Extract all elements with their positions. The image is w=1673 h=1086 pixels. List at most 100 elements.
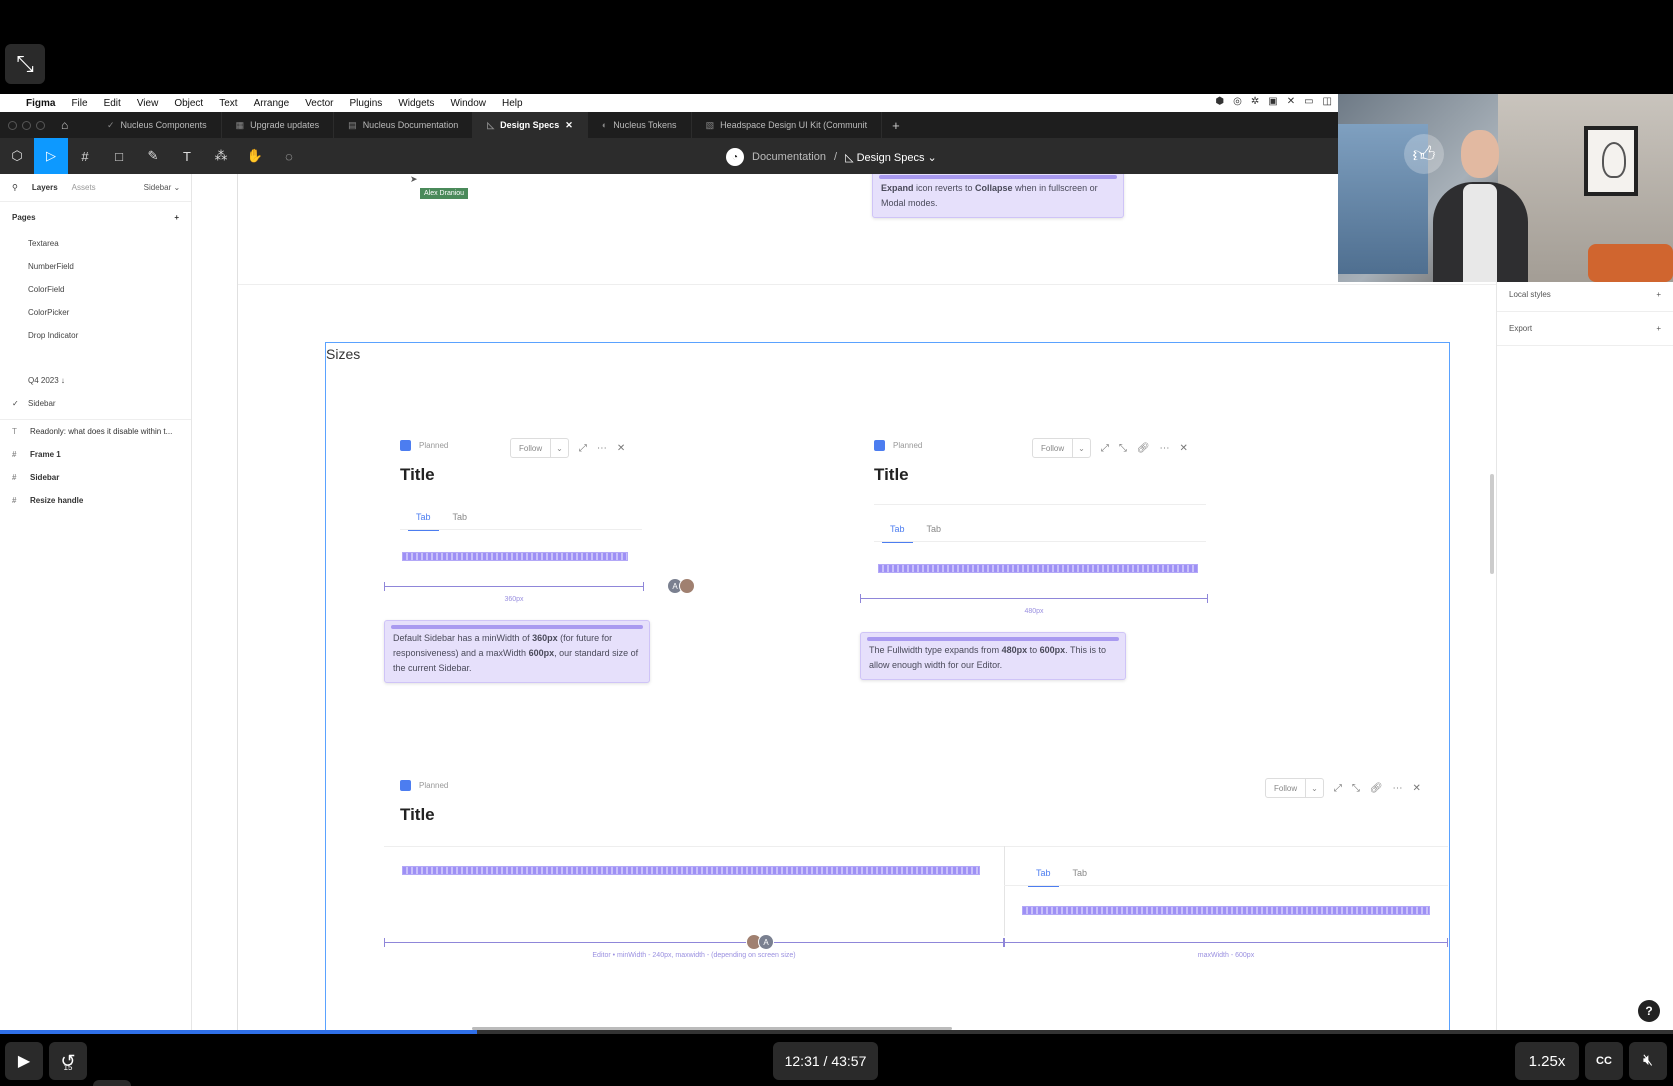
captions-button[interactable]: CC [1585, 1042, 1623, 1080]
expand-note[interactable]: Expand icon reverts to Collapse when in … [872, 174, 1124, 218]
tab-active[interactable]: Tab [882, 524, 912, 543]
tab-design-specs[interactable]: ◺ Design Specs ✕ [473, 112, 588, 138]
page-item[interactable]: NumberField [0, 255, 191, 278]
main-menu-button[interactable]: ⬡ [0, 138, 34, 174]
hand-tool-button[interactable]: ✋ [238, 138, 272, 174]
tab-active[interactable]: Tab [408, 512, 438, 531]
minimize-window-button[interactable] [22, 120, 31, 130]
tab-nucleus-tokens[interactable]: ◐ Nucleus Tokens [588, 112, 692, 138]
playback-speed-button[interactable]: 1.25x [1515, 1042, 1579, 1080]
close-tab-icon[interactable]: ✕ [565, 120, 573, 131]
skip-forward-button[interactable]: ↻15 [93, 1080, 131, 1086]
tab-assets[interactable]: Assets [72, 183, 96, 192]
comment-tool-button[interactable]: ◌ [272, 138, 306, 174]
play-button[interactable]: ▶ [5, 1042, 43, 1080]
design-canvas[interactable]: ➤ Alex Draniou Expand icon reverts to Co… [192, 174, 1496, 1030]
menu-edit[interactable]: Edit [104, 98, 121, 109]
page-item[interactable]: ColorPicker [0, 301, 191, 324]
menu-window[interactable]: Window [450, 98, 486, 109]
shape-tool-button[interactable]: □ [102, 138, 136, 174]
menu-app-name[interactable]: Figma [26, 98, 55, 109]
page-group[interactable]: Q4 2023 ↓ [0, 369, 191, 392]
mute-button[interactable]: 🔇︎ [1629, 1042, 1667, 1080]
sync-icon[interactable]: ◎ [1233, 96, 1242, 107]
menu-vector[interactable]: Vector [305, 98, 333, 109]
expand-icon[interactable]: ⤢ [1334, 783, 1342, 794]
layer-row[interactable]: T Readonly: what does it disable within t… [0, 420, 191, 443]
menu-view[interactable]: View [137, 98, 159, 109]
close-window-button[interactable] [8, 120, 17, 130]
add-page-icon[interactable]: + [174, 213, 179, 222]
link-icon[interactable]: 🔗︎ [1370, 783, 1383, 794]
resources-button[interactable]: ⁂ [204, 138, 238, 174]
dropbox-icon[interactable]: ⬢ [1215, 96, 1224, 107]
link-icon[interactable]: 🔗︎ [1137, 443, 1150, 454]
expand-icon[interactable]: ⤢ [579, 443, 587, 454]
export-row[interactable]: Export + [1497, 312, 1673, 346]
butterfly-icon[interactable]: ✕ [1287, 96, 1295, 107]
chevron-down-icon[interactable]: ⌄ [1072, 439, 1090, 457]
layer-row[interactable]: # Frame 1 [0, 443, 191, 466]
chevron-down-icon[interactable]: ⌄ [550, 439, 568, 457]
home-icon[interactable]: ⌂ [61, 118, 81, 132]
page-item-selected[interactable]: ✓ Sidebar [0, 392, 191, 415]
page-item[interactable]: Textarea [0, 232, 191, 255]
close-icon[interactable]: ✕ [1413, 783, 1421, 794]
collapse-icon[interactable]: ⤡ [1352, 783, 1360, 794]
collapse-icon[interactable]: ⤡ [1119, 443, 1127, 454]
menu-file[interactable]: File [71, 98, 87, 109]
exit-fullscreen-button[interactable]: ⤡ [5, 44, 45, 84]
close-icon[interactable]: ✕ [1180, 443, 1188, 454]
editor-sidebar-panel[interactable]: Planned Title [400, 780, 448, 825]
tab[interactable]: Tab [1073, 868, 1088, 878]
menu-widgets[interactable]: Widgets [398, 98, 434, 109]
breadcrumb-current[interactable]: ◺ Design Specs ⌄ [845, 151, 937, 164]
tab-active[interactable]: Tab [1028, 868, 1058, 887]
layer-row[interactable]: # Resize handle [0, 489, 191, 512]
tab-upgrade-updates[interactable]: ▦ Upgrade updates [222, 112, 335, 138]
help-button[interactable]: ? [1638, 1000, 1660, 1022]
text-tool-button[interactable]: T [170, 138, 204, 174]
new-tab-button[interactable]: + [882, 118, 910, 133]
default-sidebar-panel[interactable]: Planned Title [400, 440, 448, 485]
menu-object[interactable]: Object [174, 98, 203, 109]
add-style-icon[interactable]: + [1656, 290, 1661, 299]
move-tool-button[interactable]: ▷ [34, 138, 68, 174]
more-icon[interactable]: ⋯ [597, 443, 607, 454]
menu-arrange[interactable]: Arrange [254, 98, 290, 109]
fullwidth-note[interactable]: The Fullwidth type expands from 480px to… [860, 632, 1126, 680]
control-center-icon[interactable]: ◫ [1323, 96, 1332, 107]
menu-text[interactable]: Text [219, 98, 237, 109]
tab[interactable]: Tab [927, 524, 942, 534]
battery-icon[interactable]: ▭ [1304, 96, 1313, 107]
tab[interactable]: Tab [453, 512, 468, 522]
page-selector[interactable]: Sidebar ⌄ [144, 183, 181, 192]
tab-nucleus-documentation[interactable]: ▤ Nucleus Documentation [334, 112, 474, 138]
follow-button[interactable]: Follow ⌄ [1032, 438, 1091, 458]
zoom-window-button[interactable] [36, 120, 45, 130]
notion-icon[interactable]: ▣ [1268, 96, 1277, 107]
tab-layers[interactable]: Layers [32, 183, 58, 192]
avatar[interactable]: A [758, 934, 774, 950]
settings-icon[interactable]: ✲ [1251, 96, 1259, 107]
tab-nucleus-components[interactable]: ✓ Nucleus Components [93, 112, 222, 138]
tab-headspace-ui-kit[interactable]: ▧ Headspace Design UI Kit (Communit [692, 112, 883, 138]
page-item[interactable]: ColorField [0, 278, 191, 301]
menu-help[interactable]: Help [502, 98, 523, 109]
default-sidebar-note[interactable]: Default Sidebar has a minWidth of 360px … [384, 620, 650, 683]
breadcrumb-parent[interactable]: Documentation [752, 151, 826, 163]
more-icon[interactable]: ⋯ [1393, 783, 1403, 794]
expand-icon[interactable]: ⤢ [1101, 443, 1109, 454]
page-item[interactable]: Drop Indicator [0, 324, 191, 347]
chevron-down-icon[interactable]: ⌄ [1305, 779, 1323, 797]
pen-tool-button[interactable]: ✎ [136, 138, 170, 174]
search-icon[interactable]: ⚲ [12, 183, 18, 192]
frame-tool-button[interactable]: # [68, 138, 102, 174]
follow-button[interactable]: Follow ⌄ [1265, 778, 1324, 798]
menu-plugins[interactable]: Plugins [350, 98, 383, 109]
avatar-photo[interactable] [679, 578, 695, 594]
add-export-icon[interactable]: + [1656, 324, 1661, 333]
follow-button[interactable]: Follow ⌄ [510, 438, 569, 458]
more-icon[interactable]: ⋯ [1160, 443, 1170, 454]
layer-row[interactable]: # Sidebar [0, 466, 191, 489]
